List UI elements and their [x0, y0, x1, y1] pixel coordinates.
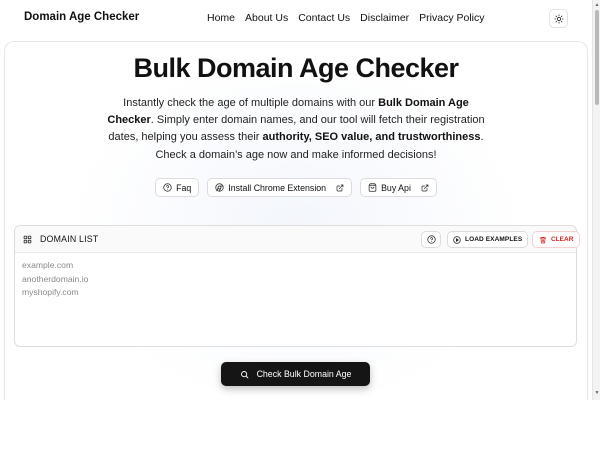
- extension-label: Install Chrome Extension: [228, 182, 327, 193]
- scroll-up-arrow-icon[interactable]: ▲: [594, 2, 600, 8]
- external-link-icon: [421, 184, 429, 191]
- faq-label: Faq: [176, 182, 192, 193]
- trash-icon: [539, 236, 547, 243]
- faq-button[interactable]: Faq: [155, 178, 200, 197]
- theme-toggle-button[interactable]: [549, 9, 568, 28]
- sun-icon: [553, 13, 564, 24]
- buy-api-label: Buy Api: [381, 182, 411, 193]
- grid-icon: [23, 235, 32, 244]
- top-navbar: Domain Age Checker Home About Us Contact…: [0, 0, 592, 37]
- domain-textarea[interactable]: example.com anotherdomain.io myshopify.c…: [22, 259, 88, 300]
- shopping-bag-icon: [368, 183, 377, 192]
- load-examples-button[interactable]: LOAD EXAMPLES: [447, 231, 529, 248]
- hero-description: Instantly check the age of multiple doma…: [100, 95, 492, 146]
- buy-api-button[interactable]: Buy Api: [360, 178, 437, 197]
- domain-list-title: DOMAIN LIST: [40, 234, 99, 244]
- desc-text-3: .: [480, 131, 484, 143]
- action-chips: Faq Install Chrome Extension Buy Api: [0, 178, 592, 197]
- page-title: Bulk Domain Age Checker: [133, 53, 459, 83]
- question-circle-icon: [163, 183, 172, 192]
- external-link-icon: [336, 184, 344, 191]
- clear-label: CLEAR: [551, 236, 574, 243]
- check-button-label: Check Bulk Domain Age: [256, 369, 352, 379]
- search-icon: [240, 370, 248, 378]
- domain-entry: example.com: [22, 260, 74, 270]
- nav-link-contact[interactable]: Contact Us: [298, 12, 350, 24]
- nav-link-privacy[interactable]: Privacy Policy: [419, 12, 484, 24]
- hero-subtitle: Check a domain’s age now and make inform…: [155, 149, 437, 161]
- domain-entry: anotherdomain.io: [22, 273, 89, 284]
- domain-list-header: DOMAIN LIST LOAD EXAMPLES CLEAR: [15, 226, 581, 253]
- page-scrollbar[interactable]: ▲ ▼: [592, 0, 600, 400]
- install-extension-button[interactable]: Install Chrome Extension: [207, 178, 353, 197]
- brand-logo-text[interactable]: Domain Age Checker: [24, 11, 139, 23]
- question-circle-icon: [426, 235, 436, 244]
- scrollbar-thumb[interactable]: [595, 10, 599, 105]
- chrome-icon: [215, 183, 224, 192]
- domain-entry: myshopify.com: [22, 287, 79, 297]
- nav-link-disclaimer[interactable]: Disclaimer: [360, 12, 409, 24]
- desc-bold-2: authority, SEO value, and trustworthines…: [262, 131, 481, 143]
- nav-links: Home About Us Contact Us Disclaimer Priv…: [207, 12, 495, 24]
- browser-viewport: Domain Age Checker Home About Us Contact…: [0, 0, 600, 400]
- load-examples-label: LOAD EXAMPLES: [465, 236, 523, 243]
- clear-button[interactable]: CLEAR: [532, 231, 581, 248]
- scroll-down-arrow-icon[interactable]: ▼: [594, 390, 600, 396]
- nav-link-home[interactable]: Home: [207, 12, 235, 24]
- domain-list-panel: DOMAIN LIST LOAD EXAMPLES CLEAR example.…: [14, 225, 581, 347]
- desc-text-1: Instantly check the age of multiple doma…: [123, 97, 379, 109]
- check-domain-age-button[interactable]: Check Bulk Domain Age: [221, 362, 370, 386]
- play-circle-icon: [453, 235, 461, 244]
- help-button[interactable]: [421, 231, 441, 248]
- nav-link-about[interactable]: About Us: [245, 12, 288, 24]
